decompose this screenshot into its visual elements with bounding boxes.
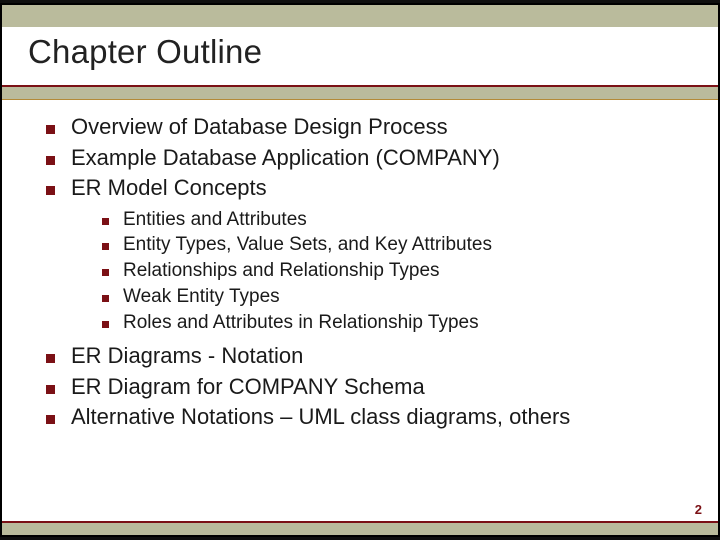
square-bullet-icon [46, 385, 55, 394]
sublist-item: Entity Types, Value Sets, and Key Attrib… [102, 233, 688, 257]
title-area: Chapter Outline [28, 33, 692, 71]
slide: Chapter Outline Overview of Database Des… [2, 5, 718, 535]
title-divider [2, 85, 718, 100]
sublist-item-text: Entities and Attributes [123, 208, 307, 232]
divider-beige-band [2, 87, 718, 99]
list-item-text: Alternative Notations – UML class diagra… [71, 403, 570, 431]
list-item-text: ER Diagrams - Notation [71, 342, 303, 370]
square-bullet-icon [102, 243, 109, 250]
square-bullet-icon [46, 186, 55, 195]
slide-title: Chapter Outline [28, 33, 692, 71]
sublist-item-text: Roles and Attributes in Relationship Typ… [123, 311, 479, 335]
square-bullet-icon [102, 218, 109, 225]
list-item: ER Diagrams - Notation [46, 342, 688, 370]
sublist: Entities and Attributes Entity Types, Va… [102, 208, 688, 335]
square-bullet-icon [46, 156, 55, 165]
list-item: ER Model Concepts [46, 174, 688, 202]
sublist-item: Entities and Attributes [102, 208, 688, 232]
content-area: Overview of Database Design Process Exam… [46, 113, 688, 434]
sublist-item: Weak Entity Types [102, 285, 688, 309]
divider-thin-rule [2, 99, 718, 100]
list-item: Example Database Application (COMPANY) [46, 144, 688, 172]
sublist-item-text: Weak Entity Types [123, 285, 280, 309]
list-item-text: ER Diagram for COMPANY Schema [71, 373, 425, 401]
sublist-item-text: Entity Types, Value Sets, and Key Attrib… [123, 233, 492, 257]
list-item: Alternative Notations – UML class diagra… [46, 403, 688, 431]
square-bullet-icon [46, 125, 55, 134]
page-number: 2 [695, 502, 702, 517]
list-item: Overview of Database Design Process [46, 113, 688, 141]
list-item-text: ER Model Concepts [71, 174, 267, 202]
list-item-text: Overview of Database Design Process [71, 113, 448, 141]
list-item: ER Diagram for COMPANY Schema [46, 373, 688, 401]
square-bullet-icon [46, 354, 55, 363]
footer-bar [2, 521, 718, 535]
square-bullet-icon [102, 269, 109, 276]
sublist-item: Relationships and Relationship Types [102, 259, 688, 283]
square-bullet-icon [102, 295, 109, 302]
square-bullet-icon [102, 321, 109, 328]
top-decorative-band [2, 5, 718, 27]
sublist-item-text: Relationships and Relationship Types [123, 259, 440, 283]
square-bullet-icon [46, 415, 55, 424]
list-item-text: Example Database Application (COMPANY) [71, 144, 500, 172]
sublist-item: Roles and Attributes in Relationship Typ… [102, 311, 688, 335]
